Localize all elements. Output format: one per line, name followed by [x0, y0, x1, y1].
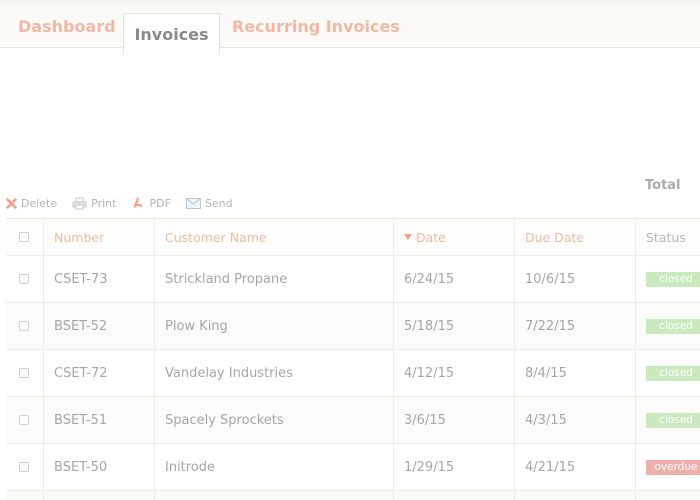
customer-name[interactable]: Strickland Propane [154, 256, 393, 302]
status-cell [635, 491, 700, 500]
pdf-button[interactable]: PDF [131, 196, 171, 210]
send-label: Send [204, 196, 233, 210]
row-select-cell [6, 397, 43, 443]
due-date: 7/22/15 [514, 303, 635, 349]
customer-name-cell [154, 491, 393, 500]
row-checkbox[interactable] [19, 368, 29, 378]
invoice-date: 3/6/15 [393, 397, 514, 443]
invoice-number[interactable]: CSET-72 [43, 350, 154, 396]
table-row[interactable]: BSET-51 Spacely Sprockets 3/6/15 4/3/15 … [6, 397, 700, 444]
status-badge: closed [646, 365, 700, 381]
delete-icon [6, 197, 17, 209]
table-row[interactable]: CSET-73 Strickland Propane 6/24/15 10/6/… [6, 256, 700, 303]
select-all-checkbox[interactable] [19, 232, 29, 242]
table-row[interactable]: BSET-52 Plow King 5/18/15 7/22/15 closed [6, 303, 700, 350]
status-badge: closed [646, 412, 700, 428]
status-cell: closed [635, 350, 700, 396]
status-cell: closed [635, 303, 700, 349]
status-cell: closed [635, 397, 700, 443]
total-label: Total [645, 178, 681, 193]
customer-name[interactable]: Vandelay Industries [154, 350, 393, 396]
select-all-cell [6, 219, 43, 255]
invoice-number-cell [43, 491, 154, 500]
status-badge: closed [646, 318, 700, 334]
row-select-cell [6, 303, 43, 349]
column-header-due-date[interactable]: Due Date [514, 219, 635, 255]
row-checkbox[interactable] [19, 462, 29, 472]
table-row-partial [6, 491, 700, 500]
row-checkbox[interactable] [19, 321, 29, 331]
status-cell: overdue [635, 444, 700, 490]
invoice-date-cell [393, 491, 514, 500]
status-cell: closed [635, 256, 700, 302]
print-button[interactable]: Print [72, 197, 116, 210]
row-select-cell [6, 491, 43, 500]
row-checkbox[interactable] [19, 415, 29, 425]
column-header-status[interactable]: Status [635, 219, 700, 255]
row-checkbox[interactable] [19, 274, 29, 284]
status-badge: overdue [646, 459, 700, 475]
delete-label: Delete [21, 196, 58, 210]
pdf-label: PDF [149, 196, 171, 210]
due-date-cell [514, 491, 635, 500]
toolbar: Delete Print PDF Send [6, 194, 248, 212]
envelope-icon [185, 197, 201, 209]
tab-invoices[interactable]: Invoices [123, 13, 220, 55]
customer-name[interactable]: Plow King [154, 303, 393, 349]
row-select-cell [6, 256, 43, 302]
sort-desc-icon [404, 234, 412, 240]
due-date: 4/21/15 [514, 444, 635, 490]
customer-name[interactable]: Spacely Sprockets [154, 397, 393, 443]
tab-bar: Dashboard Invoices Recurring Invoices [0, 6, 700, 55]
invoice-date: 4/12/15 [393, 350, 514, 396]
row-select-cell [6, 444, 43, 490]
invoice-number[interactable]: BSET-51 [43, 397, 154, 443]
due-date: 8/4/15 [514, 350, 635, 396]
table-header-row: Number Customer Name Date Due Date Statu… [6, 219, 700, 256]
invoice-date: 1/29/15 [393, 444, 514, 490]
invoice-number[interactable]: BSET-52 [43, 303, 154, 349]
delete-button[interactable]: Delete [6, 197, 57, 210]
status-badge: closed [646, 271, 700, 287]
column-header-customer[interactable]: Customer Name [154, 219, 393, 255]
due-date: 10/6/15 [514, 256, 635, 302]
invoice-date: 5/18/15 [393, 303, 514, 349]
table-row[interactable]: BSET-50 Initrode 1/29/15 4/21/15 overdue [6, 444, 700, 491]
due-date: 4/3/15 [514, 397, 635, 443]
column-header-date[interactable]: Date [393, 219, 514, 255]
column-header-number[interactable]: Number [43, 219, 154, 255]
tab-recurring-invoices[interactable]: Recurring Invoices [232, 13, 400, 49]
invoice-number[interactable]: CSET-73 [43, 256, 154, 302]
print-label: Print [91, 196, 117, 210]
printer-icon [72, 197, 87, 209]
pdf-icon [133, 197, 144, 209]
customer-name[interactable]: Initrode [154, 444, 393, 490]
column-header-date-label: Date [416, 229, 446, 245]
invoice-date: 6/24/15 [393, 256, 514, 302]
row-select-cell [6, 350, 43, 396]
invoices-table: Number Customer Name Date Due Date Statu… [6, 218, 700, 500]
send-button[interactable]: Send [185, 196, 233, 210]
invoice-number[interactable]: BSET-50 [43, 444, 154, 490]
table-row[interactable]: CSET-72 Vandelay Industries 4/12/15 8/4/… [6, 350, 700, 397]
tab-dashboard[interactable]: Dashboard [18, 13, 116, 49]
